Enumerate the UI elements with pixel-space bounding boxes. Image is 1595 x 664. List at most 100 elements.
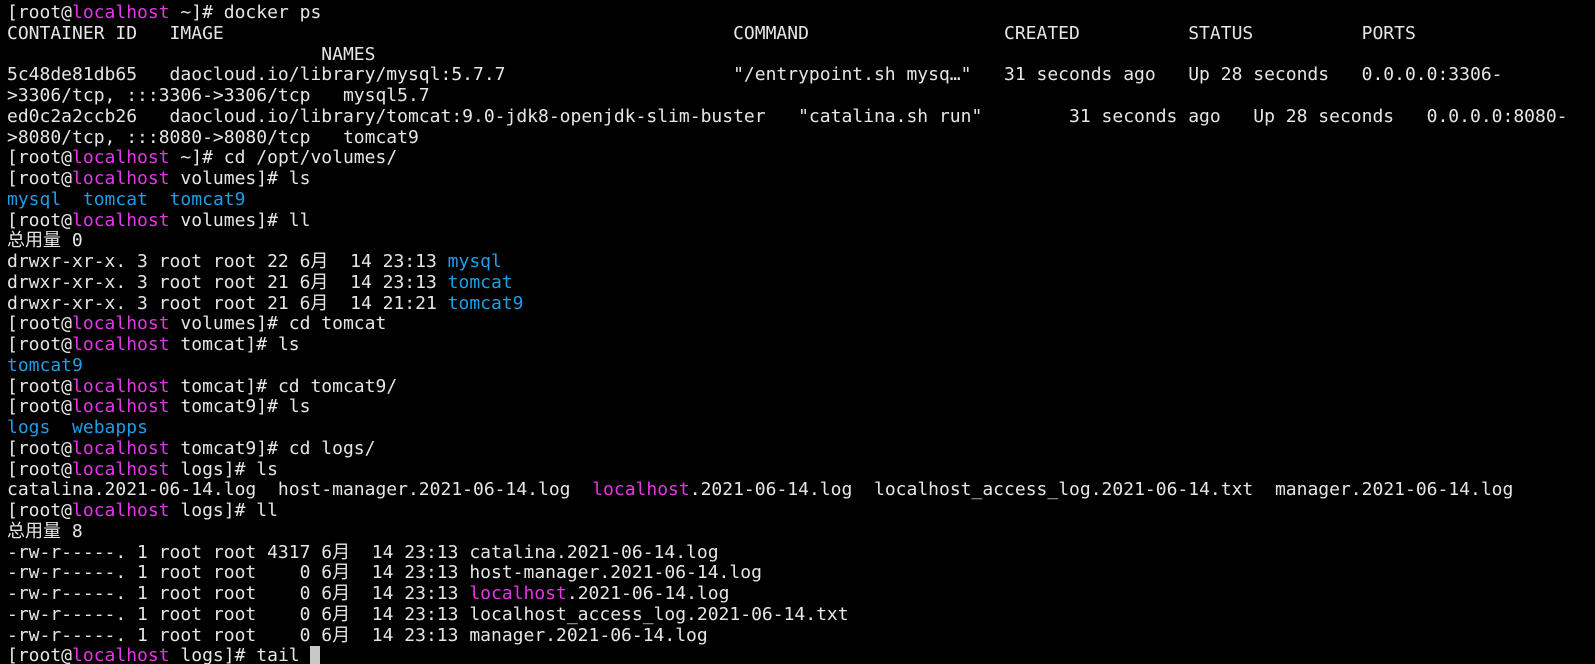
prompt-line: [root@localhost volumes]# cd tomcat bbox=[7, 313, 1595, 335]
text-segment: drwxr-xr-x. 3 root root 21 6月 14 21:21 bbox=[7, 292, 448, 314]
output-line: -rw-r-----. 1 root root 0 6月 14 23:13 lo… bbox=[7, 603, 1595, 626]
text-segment: tomcat9]# ls bbox=[169, 396, 311, 418]
output-line: 总用量 8 bbox=[7, 520, 1595, 543]
prompt-line: [root@localhost tomcat]# ls bbox=[7, 334, 1595, 356]
hostname-label: localhost bbox=[72, 2, 170, 23]
output-line: tomcat9 bbox=[7, 354, 1595, 377]
prompt-line: [root@localhost tomcat9]# ls bbox=[7, 396, 1595, 418]
text-segment: tomcat]# cd tomcat9/ bbox=[169, 375, 398, 397]
output-line: mysql tomcat tomcat9 bbox=[7, 188, 1595, 211]
text-segment: volumes]# ls bbox=[169, 168, 311, 189]
text-segment: [root@ bbox=[7, 313, 73, 335]
hostname-label: localhost bbox=[72, 375, 170, 397]
prompt-line: [root@localhost ~]# docker ps bbox=[7, 2, 1595, 24]
directory-entry: tomcat9 bbox=[7, 354, 83, 376]
hostname-label: localhost bbox=[72, 645, 170, 664]
output-line: CONTAINER ID IMAGE COMMAND CREATED STATU… bbox=[7, 22, 1595, 45]
hostname-label: localhost bbox=[72, 209, 170, 231]
output-line: >8080/tcp, :::8080->8080/tcp tomcat9 bbox=[7, 126, 1595, 149]
text-segment: ~]# docker ps bbox=[169, 2, 322, 23]
output-line: catalina.2021-06-14.log host-manager.202… bbox=[7, 479, 1595, 501]
prompt-line: [root@localhost logs]# tail bbox=[7, 645, 1595, 664]
text-segment: 总用量 0 bbox=[7, 230, 83, 252]
text-segment: tomcat9]# cd logs/ bbox=[169, 437, 376, 459]
text-segment: -rw-r-----. 1 root root 0 6月 14 23:13 lo… bbox=[7, 603, 849, 625]
hostname-label: localhost bbox=[72, 313, 170, 335]
output-line: -rw-r-----. 1 root root 0 6月 14 23:13 ma… bbox=[7, 624, 1595, 647]
output-line: drwxr-xr-x. 3 root root 21 6月 14 21:21 t… bbox=[7, 292, 1595, 315]
output-line: 5c48de81db65 daocloud.io/library/mysql:5… bbox=[7, 64, 1595, 86]
output-line: -rw-r-----. 1 root root 0 6月 14 23:13 lo… bbox=[7, 583, 1595, 605]
text-segment: ~]# cd /opt/volumes/ bbox=[169, 147, 398, 169]
text-segment: 总用量 8 bbox=[7, 520, 83, 542]
output-line: -rw-r-----. 1 root root 0 6月 14 23:13 ho… bbox=[7, 562, 1595, 584]
text-segment: >8080/tcp, :::8080->8080/tcp tomcat9 bbox=[7, 126, 419, 148]
text-segment: CONTAINER ID IMAGE COMMAND CREATED STATU… bbox=[7, 22, 1416, 44]
text-segment: [root@ bbox=[7, 500, 73, 521]
directory-entry: tomcat bbox=[447, 271, 513, 293]
hostname-label: localhost bbox=[72, 396, 170, 418]
text-segment: [root@ bbox=[7, 168, 73, 189]
filename-highlight: localhost bbox=[592, 479, 690, 501]
output-line: -rw-r-----. 1 root root 4317 6月 14 23:13… bbox=[7, 541, 1595, 564]
hostname-label: localhost bbox=[72, 437, 170, 459]
hostname-label: localhost bbox=[72, 500, 170, 521]
prompt-line: [root@localhost volumes]# ll bbox=[7, 209, 1595, 232]
text-segment: volumes]# ll bbox=[169, 209, 311, 231]
directory-entry: mysql bbox=[7, 188, 62, 210]
text-segment bbox=[50, 417, 72, 438]
text-segment bbox=[148, 189, 170, 210]
prompt-line: [root@localhost logs]# ls bbox=[7, 458, 1595, 481]
text-segment: 5c48de81db65 daocloud.io/library/mysql:5… bbox=[7, 64, 1503, 86]
text-segment: volumes]# cd tomcat bbox=[169, 313, 387, 335]
prompt-line: [root@localhost ~]# cd /opt/volumes/ bbox=[7, 147, 1595, 169]
text-segment: logs]# tail bbox=[169, 645, 311, 664]
text-segment: -rw-r-----. 1 root root 0 6月 14 23:13 ho… bbox=[7, 562, 762, 584]
output-line: 总用量 0 bbox=[7, 230, 1595, 252]
text-segment: [root@ bbox=[7, 334, 73, 355]
text-segment: >3306/tcp, :::3306->3306/tcp mysql5.7 bbox=[7, 85, 430, 106]
text-segment: logs]# ll bbox=[169, 500, 278, 521]
text-segment: drwxr-xr-x. 3 root root 22 6月 14 23:13 bbox=[7, 251, 448, 272]
hostname-label: localhost bbox=[72, 147, 170, 169]
prompt-line: [root@localhost volumes]# ls bbox=[7, 168, 1595, 190]
text-segment: [root@ bbox=[7, 458, 73, 480]
text-cursor bbox=[310, 646, 321, 664]
text-segment: -rw-r-----. 1 root root 0 6月 14 23:13 ma… bbox=[7, 624, 708, 646]
directory-entry: tomcat9 bbox=[447, 292, 524, 314]
prompt-line: [root@localhost tomcat]# cd tomcat9/ bbox=[7, 375, 1595, 398]
output-line: >3306/tcp, :::3306->3306/tcp mysql5.7 bbox=[7, 85, 1595, 107]
text-segment: [root@ bbox=[7, 147, 73, 169]
output-line: NAMES bbox=[7, 43, 1595, 66]
prompt-line: [root@localhost logs]# ll bbox=[7, 500, 1595, 522]
directory-entry: tomcat bbox=[82, 188, 148, 210]
prompt-line: [root@localhost tomcat9]# cd logs/ bbox=[7, 437, 1595, 460]
output-line: drwxr-xr-x. 3 root root 22 6月 14 23:13 m… bbox=[7, 251, 1595, 273]
terminal-window[interactable]: [root@localhost ~]# docker ps CONTAINER I… bbox=[0, 0, 1595, 664]
hostname-label: localhost bbox=[72, 334, 170, 355]
text-segment: [root@ bbox=[7, 209, 73, 231]
text-segment: -rw-r-----. 1 root root 4317 6月 14 23:13… bbox=[7, 541, 719, 563]
text-segment bbox=[61, 189, 83, 210]
output-line: drwxr-xr-x. 3 root root 21 6月 14 23:13 t… bbox=[7, 271, 1595, 294]
text-segment: tomcat]# ls bbox=[169, 334, 300, 355]
text-segment: NAMES bbox=[7, 43, 376, 65]
directory-entry: mysql bbox=[447, 251, 502, 272]
text-segment: [root@ bbox=[7, 2, 73, 23]
directory-entry: webapps bbox=[72, 417, 148, 438]
output-line: logs webapps bbox=[7, 417, 1595, 439]
hostname-label: localhost bbox=[72, 168, 170, 189]
text-segment: .2021-06-14.log bbox=[566, 583, 730, 604]
text-segment: .2021-06-14.log localhost_access_log.202… bbox=[689, 479, 1514, 501]
text-segment: [root@ bbox=[7, 396, 73, 418]
text-segment: -rw-r-----. 1 root root 0 6月 14 23:13 bbox=[7, 583, 470, 604]
text-segment: [root@ bbox=[7, 645, 73, 664]
text-segment: drwxr-xr-x. 3 root root 21 6月 14 23:13 bbox=[7, 271, 448, 293]
output-line: ed0c2a2ccb26 daocloud.io/library/tomcat:… bbox=[7, 105, 1595, 128]
directory-entry: logs bbox=[7, 417, 51, 438]
hostname-label: localhost bbox=[72, 458, 170, 480]
text-segment: catalina.2021-06-14.log host-manager.202… bbox=[7, 479, 593, 501]
text-segment: logs]# ls bbox=[169, 458, 278, 480]
text-segment: [root@ bbox=[7, 437, 73, 459]
text-segment: ed0c2a2ccb26 daocloud.io/library/tomcat:… bbox=[7, 105, 1568, 127]
